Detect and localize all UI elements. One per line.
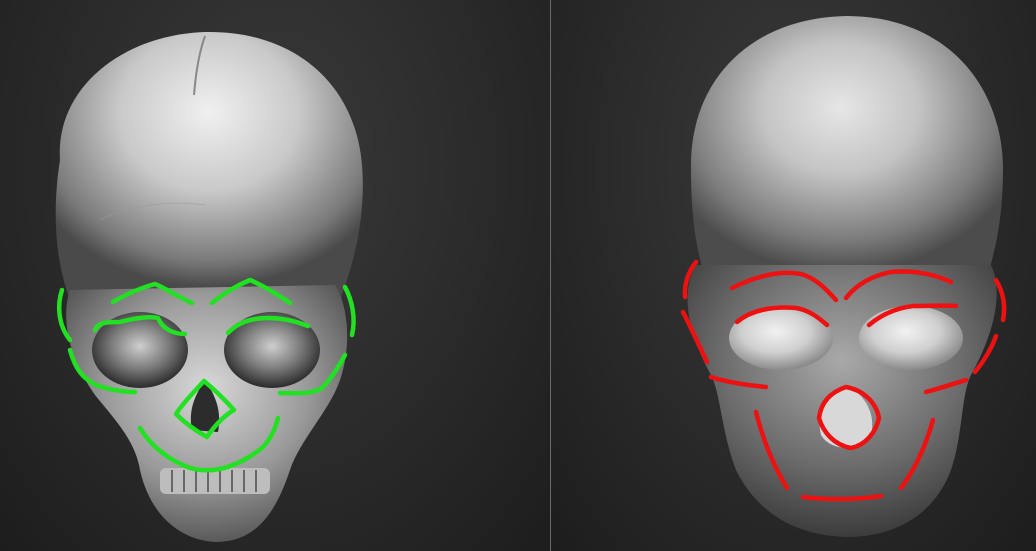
cranium bbox=[690, 16, 1003, 280]
cranium bbox=[55, 31, 363, 300]
left-viewport-panel[interactable] bbox=[0, 0, 550, 551]
right-eye bbox=[859, 306, 963, 370]
detailed-skull-render bbox=[55, 31, 363, 542]
right-viewport-panel[interactable] bbox=[551, 0, 1036, 551]
split-viewport bbox=[0, 0, 1036, 551]
stylized-skull-render bbox=[680, 16, 1007, 537]
